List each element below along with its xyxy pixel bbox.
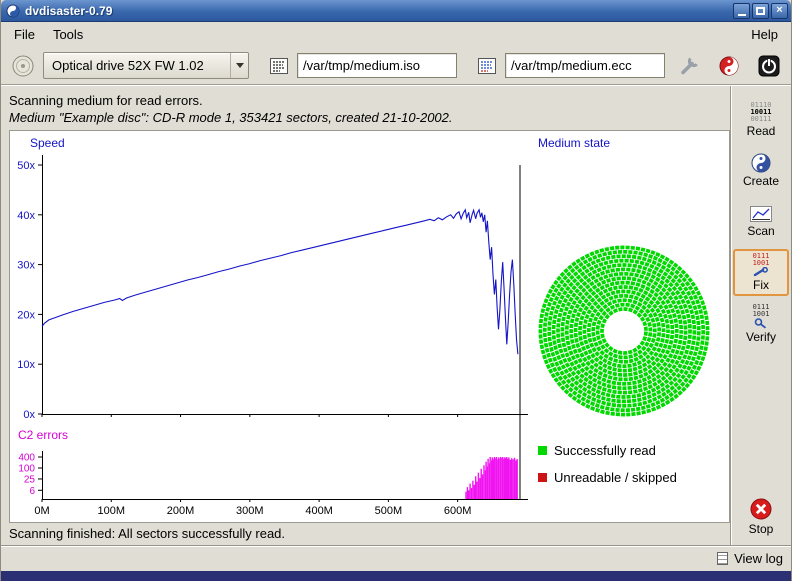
quit-button[interactable]	[755, 52, 783, 80]
menubar: File Tools Help	[1, 22, 791, 47]
svg-text:100: 100	[18, 463, 35, 474]
menu-help[interactable]: Help	[742, 24, 787, 45]
stop-button[interactable]: Stop	[733, 491, 789, 541]
create-icon	[751, 153, 771, 173]
scan-button[interactable]: Scan	[733, 198, 789, 245]
maximize-icon	[756, 7, 765, 15]
ecc-file-button[interactable]	[473, 52, 501, 80]
close-icon: ×	[776, 5, 782, 16]
svg-text:600M: 600M	[444, 505, 472, 517]
app-icon	[6, 4, 20, 18]
svg-text:30x: 30x	[17, 260, 35, 272]
scan-icon	[750, 206, 772, 223]
svg-text:400M: 400M	[305, 505, 333, 517]
svg-text:500M: 500M	[375, 505, 403, 517]
magnifier-icon	[754, 318, 768, 329]
scan-chart: 50x 40x 30x 20x 10x 0x 400100256 0M 100M 200M 300M…	[10, 139, 531, 521]
read-label: Read	[747, 124, 776, 138]
scan-result-status: Scanning finished: All sectors successfu…	[1, 523, 730, 545]
close-button[interactable]: ×	[771, 3, 788, 19]
view-log-button[interactable]: View log	[717, 551, 783, 566]
ecc-path-input[interactable]	[505, 53, 665, 78]
stop-icon	[749, 497, 773, 521]
window-title: dvdisaster-0.79	[25, 4, 728, 18]
preferences-button[interactable]	[675, 52, 703, 80]
minimize-button[interactable]	[733, 3, 750, 19]
legend-item-unreadable: Unreadable / skipped	[538, 470, 677, 485]
stop-label: Stop	[749, 522, 774, 536]
create-button[interactable]: Create	[733, 147, 789, 194]
menu-file[interactable]: File	[5, 24, 44, 45]
main-area: Scanning medium for read errors. Medium …	[1, 85, 791, 545]
svg-text:40x: 40x	[17, 210, 35, 222]
svg-text:6: 6	[29, 486, 35, 497]
status-line-2: Medium "Example disc": CD-R mode 1, 3534…	[9, 109, 722, 126]
iso-path-input[interactable]	[297, 53, 457, 78]
iso-file-icon	[270, 58, 288, 74]
legend-swatch-success	[538, 446, 547, 455]
about-button[interactable]	[715, 52, 743, 80]
fix-icon: 0111 1001	[753, 253, 770, 277]
drive-selector[interactable]: Optical drive 52X FW 1.02	[43, 52, 249, 79]
drive-icon	[11, 54, 35, 78]
legend-item-read: Successfully read	[538, 443, 656, 458]
status-line-1: Scanning medium for read errors.	[9, 92, 722, 109]
svg-text:20x: 20x	[17, 309, 35, 321]
scan-label: Scan	[747, 224, 774, 238]
menu-tools[interactable]: Tools	[44, 24, 92, 45]
medium-state-label: Medium state	[538, 136, 610, 150]
chart-panel: Speed Medium state C2 errors 50x40x30x20…	[9, 130, 730, 523]
log-icon	[717, 552, 728, 565]
read-button[interactable]: 01110 10011 00111 Read	[733, 96, 789, 143]
logo-icon	[718, 55, 740, 77]
legend-label-unreadable: Unreadable / skipped	[554, 470, 677, 485]
svg-text:0M: 0M	[34, 505, 49, 517]
drive-button[interactable]	[9, 52, 37, 80]
action-sidebar: 01110 10011 00111 Read Create	[730, 86, 791, 545]
chevron-down-icon	[236, 63, 244, 68]
maximize-button[interactable]	[752, 3, 769, 19]
content-column: Scanning medium for read errors. Medium …	[1, 86, 730, 545]
create-label: Create	[743, 174, 779, 188]
verify-icon: 0111 1001	[753, 304, 770, 329]
svg-text:0x: 0x	[23, 409, 35, 421]
svg-text:50x: 50x	[17, 160, 35, 172]
ecc-file-icon	[478, 58, 496, 74]
verify-label: Verify	[746, 330, 776, 344]
drive-selector-arrow[interactable]	[230, 53, 248, 78]
svg-text:200M: 200M	[167, 505, 195, 517]
toolbar: Optical drive 52X FW 1.02	[1, 47, 791, 85]
statusbar: View log	[1, 545, 791, 571]
minimize-icon	[738, 14, 746, 16]
svg-text:400: 400	[18, 453, 35, 464]
power-icon	[758, 55, 780, 77]
legend-swatch-unreadable	[538, 473, 547, 482]
medium-state-disc	[536, 243, 712, 419]
drive-selector-value: Optical drive 52X FW 1.02	[44, 53, 230, 78]
view-log-label: View log	[734, 551, 783, 566]
status-head: Scanning medium for read errors. Medium …	[1, 86, 730, 130]
app-window: dvdisaster-0.79 × File Tools Help Optica…	[0, 0, 792, 581]
svg-text:100M: 100M	[98, 505, 126, 517]
wrench-icon	[678, 55, 700, 77]
window-frame-bottom	[1, 571, 791, 581]
svg-text:10x: 10x	[17, 359, 35, 371]
iso-file-button[interactable]	[265, 52, 293, 80]
svg-text:300M: 300M	[236, 505, 264, 517]
verify-button[interactable]: 0111 1001 Verify	[733, 300, 789, 347]
fix-wrench-icon	[753, 267, 769, 277]
fix-label: Fix	[753, 278, 769, 292]
fix-button[interactable]: 0111 1001 Fix	[733, 249, 789, 296]
legend-label-success: Successfully read	[554, 443, 656, 458]
read-icon: 01110 10011 00111	[750, 102, 771, 123]
titlebar[interactable]: dvdisaster-0.79 ×	[1, 0, 791, 22]
svg-text:25: 25	[24, 474, 36, 485]
